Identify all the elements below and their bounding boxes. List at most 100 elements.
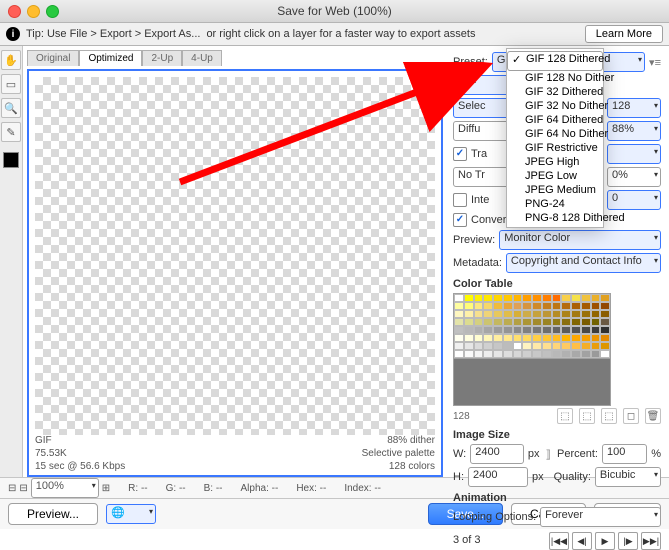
percent-input[interactable]: 100 bbox=[602, 444, 647, 464]
color-swatch[interactable] bbox=[591, 350, 601, 358]
color-swatch[interactable] bbox=[522, 334, 532, 342]
color-swatch[interactable] bbox=[454, 342, 464, 350]
ct-new-icon[interactable]: ◻ bbox=[623, 408, 639, 424]
color-swatch[interactable] bbox=[552, 326, 562, 334]
preview-select[interactable]: Monitor Color▾ bbox=[499, 230, 661, 250]
color-swatch[interactable] bbox=[561, 310, 571, 318]
preview-button[interactable]: Preview... bbox=[8, 503, 98, 525]
color-swatch[interactable] bbox=[474, 318, 484, 326]
color-swatch[interactable] bbox=[483, 310, 493, 318]
preview-canvas[interactable] bbox=[35, 77, 435, 435]
dither-input[interactable]: 88%▾ bbox=[607, 121, 661, 141]
color-swatch[interactable] bbox=[571, 310, 581, 318]
color-swatch[interactable] bbox=[552, 302, 562, 310]
color-swatch[interactable] bbox=[483, 326, 493, 334]
color-swatch[interactable] bbox=[600, 342, 610, 350]
color-swatch[interactable] bbox=[464, 310, 474, 318]
color-swatch[interactable] bbox=[571, 342, 581, 350]
ct-delete-icon[interactable]: 🗑 bbox=[645, 408, 661, 424]
color-swatch[interactable] bbox=[513, 294, 523, 302]
color-swatch[interactable] bbox=[581, 334, 591, 342]
browser-select[interactable]: 🌐▾ bbox=[106, 504, 156, 524]
color-swatch[interactable] bbox=[581, 350, 591, 358]
color-swatch[interactable] bbox=[600, 294, 610, 302]
color-swatch[interactable] bbox=[542, 310, 552, 318]
color-swatch[interactable] bbox=[552, 294, 562, 302]
color-swatch[interactable] bbox=[600, 334, 610, 342]
color-swatch[interactable] bbox=[464, 318, 474, 326]
color-swatch[interactable] bbox=[571, 326, 581, 334]
tab-optimized[interactable]: Optimized bbox=[79, 50, 142, 66]
color-swatch[interactable] bbox=[532, 326, 542, 334]
preset-option[interactable]: JPEG Medium bbox=[507, 183, 603, 197]
preset-option[interactable]: GIF 64 No Dither bbox=[507, 127, 603, 141]
zoom-select[interactable]: 100%▾ bbox=[31, 478, 99, 498]
color-swatch[interactable] bbox=[552, 318, 562, 326]
srgb-checkbox[interactable] bbox=[453, 213, 467, 227]
color-swatch[interactable] bbox=[561, 318, 571, 326]
color-swatch[interactable] bbox=[542, 318, 552, 326]
color-swatch[interactable] bbox=[571, 334, 581, 342]
color-swatch[interactable] bbox=[532, 318, 542, 326]
color-swatch[interactable] bbox=[561, 326, 571, 334]
preset-option[interactable]: GIF Restrictive bbox=[507, 141, 603, 155]
preset-option[interactable]: GIF 32 No Dither bbox=[507, 99, 603, 113]
maximize-icon[interactable] bbox=[46, 5, 59, 18]
color-swatch[interactable] bbox=[591, 302, 601, 310]
color-swatch[interactable] bbox=[454, 294, 464, 302]
color-swatch[interactable] bbox=[474, 334, 484, 342]
color-swatch[interactable] bbox=[581, 326, 591, 334]
color-swatch[interactable] bbox=[483, 294, 493, 302]
color-swatch[interactable] bbox=[581, 318, 591, 326]
anim-play-button[interactable]: ▶ bbox=[595, 532, 615, 550]
color-swatch[interactable] bbox=[454, 310, 464, 318]
color-swatch[interactable] bbox=[532, 294, 542, 302]
color-swatch[interactable] bbox=[503, 342, 513, 350]
color-swatch[interactable] bbox=[493, 318, 503, 326]
color-swatch[interactable] bbox=[474, 294, 484, 302]
color-swatch[interactable] bbox=[513, 318, 523, 326]
color-swatch[interactable] bbox=[503, 318, 513, 326]
color-swatch[interactable] bbox=[464, 326, 474, 334]
anim-last-button[interactable]: ▶▶| bbox=[641, 532, 661, 550]
color-swatch[interactable] bbox=[522, 302, 532, 310]
color-swatch[interactable] bbox=[474, 326, 484, 334]
foreground-color-swatch[interactable] bbox=[3, 152, 19, 168]
tab-4up[interactable]: 4-Up bbox=[182, 50, 222, 66]
plus-icon[interactable]: ⊞ bbox=[102, 483, 110, 494]
color-swatch[interactable] bbox=[493, 342, 503, 350]
color-swatch[interactable] bbox=[591, 326, 601, 334]
snap-input[interactable]: 0%▾ bbox=[607, 167, 661, 187]
color-swatch[interactable] bbox=[600, 302, 610, 310]
color-swatch[interactable] bbox=[581, 310, 591, 318]
tab-2up[interactable]: 2-Up bbox=[142, 50, 182, 66]
color-swatch[interactable] bbox=[483, 302, 493, 310]
color-swatch[interactable] bbox=[503, 334, 513, 342]
looping-select[interactable]: Forever▾ bbox=[540, 507, 661, 527]
color-swatch[interactable] bbox=[591, 342, 601, 350]
color-swatch[interactable] bbox=[571, 294, 581, 302]
color-swatch[interactable] bbox=[513, 310, 523, 318]
preset-option[interactable]: JPEG High bbox=[507, 155, 603, 169]
color-swatch[interactable] bbox=[581, 294, 591, 302]
color-swatch[interactable] bbox=[513, 326, 523, 334]
color-swatch[interactable] bbox=[532, 342, 542, 350]
colors-input[interactable]: 128▾ bbox=[607, 98, 661, 118]
zoom-tool-icon[interactable]: 🔍 bbox=[1, 98, 21, 118]
color-swatch[interactable] bbox=[522, 294, 532, 302]
color-swatch[interactable] bbox=[561, 342, 571, 350]
color-swatch[interactable] bbox=[493, 350, 503, 358]
metadata-select[interactable]: Copyright and Contact Info▾ bbox=[506, 253, 661, 273]
color-swatch[interactable] bbox=[513, 334, 523, 342]
color-swatch[interactable] bbox=[464, 350, 474, 358]
color-swatch[interactable] bbox=[581, 302, 591, 310]
color-swatch[interactable] bbox=[600, 318, 610, 326]
color-swatch[interactable] bbox=[561, 302, 571, 310]
color-swatch[interactable] bbox=[454, 318, 464, 326]
anim-first-button[interactable]: |◀◀ bbox=[549, 532, 569, 550]
close-icon[interactable] bbox=[8, 5, 21, 18]
color-table-grid[interactable] bbox=[453, 293, 611, 359]
color-swatch[interactable] bbox=[503, 350, 513, 358]
color-swatch[interactable] bbox=[561, 294, 571, 302]
tab-original[interactable]: Original bbox=[27, 50, 79, 66]
